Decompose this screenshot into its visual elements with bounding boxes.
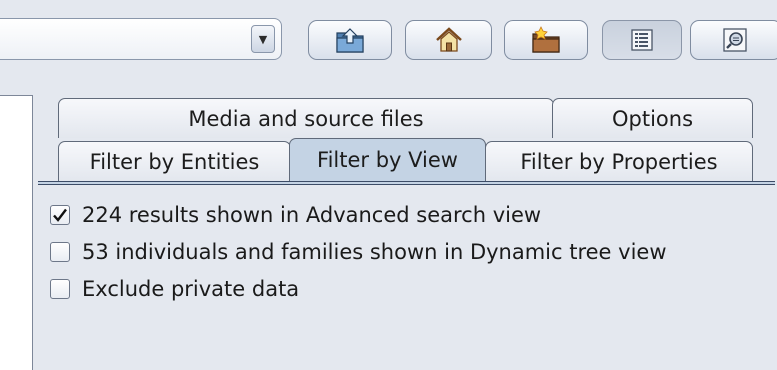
home-button[interactable]: [405, 20, 492, 60]
list-view-button[interactable]: [602, 20, 682, 60]
checkbox-checked[interactable]: [50, 205, 70, 225]
location-combobox[interactable]: ▼: [0, 18, 282, 60]
tab-label: Options: [611, 106, 694, 131]
option-label: 53 individuals and families shown in Dyn…: [82, 240, 667, 264]
checkbox-unchecked[interactable]: [50, 242, 70, 262]
tab-filter-by-entities[interactable]: Filter by Entities: [58, 141, 291, 181]
option-label: 224 results shown in Advanced search vie…: [82, 203, 542, 227]
tab-label: Filter by Entities: [89, 149, 260, 174]
option-label: Exclude private data: [82, 277, 300, 301]
folder-star-button[interactable]: [504, 20, 588, 60]
option-advanced-search-view[interactable]: 224 results shown in Advanced search vie…: [50, 202, 541, 228]
search-view-button[interactable]: [690, 20, 777, 60]
tab-options[interactable]: Options: [552, 98, 753, 138]
search-view-icon: [723, 28, 747, 52]
left-list-panel[interactable]: [0, 95, 33, 370]
checkmark-icon: [53, 208, 67, 222]
toolbar: ▼: [0, 0, 777, 88]
tab-label: Filter by Properties: [520, 149, 718, 174]
checkbox-unchecked[interactable]: [50, 279, 70, 299]
tab-filter-by-properties[interactable]: Filter by Properties: [485, 141, 753, 181]
dropdown-arrow-icon[interactable]: ▼: [251, 25, 275, 53]
filter-by-view-panel: 224 results shown in Advanced search vie…: [38, 186, 775, 370]
folder-star-icon: [532, 26, 560, 53]
list-view-icon: [631, 29, 653, 51]
folder-up-button[interactable]: [308, 20, 392, 60]
folder-up-icon: [336, 28, 364, 53]
tab-label: Filter by View: [317, 148, 458, 172]
tab-filter-by-view[interactable]: Filter by View: [289, 138, 486, 181]
option-dynamic-tree-view[interactable]: 53 individuals and families shown in Dyn…: [50, 239, 667, 265]
option-exclude-private-data[interactable]: Exclude private data: [50, 276, 299, 302]
tab-media-and-source-files[interactable]: Media and source files: [58, 98, 554, 138]
tab-separator: [38, 181, 775, 185]
home-icon: [435, 27, 462, 52]
tab-label: Media and source files: [188, 106, 424, 131]
